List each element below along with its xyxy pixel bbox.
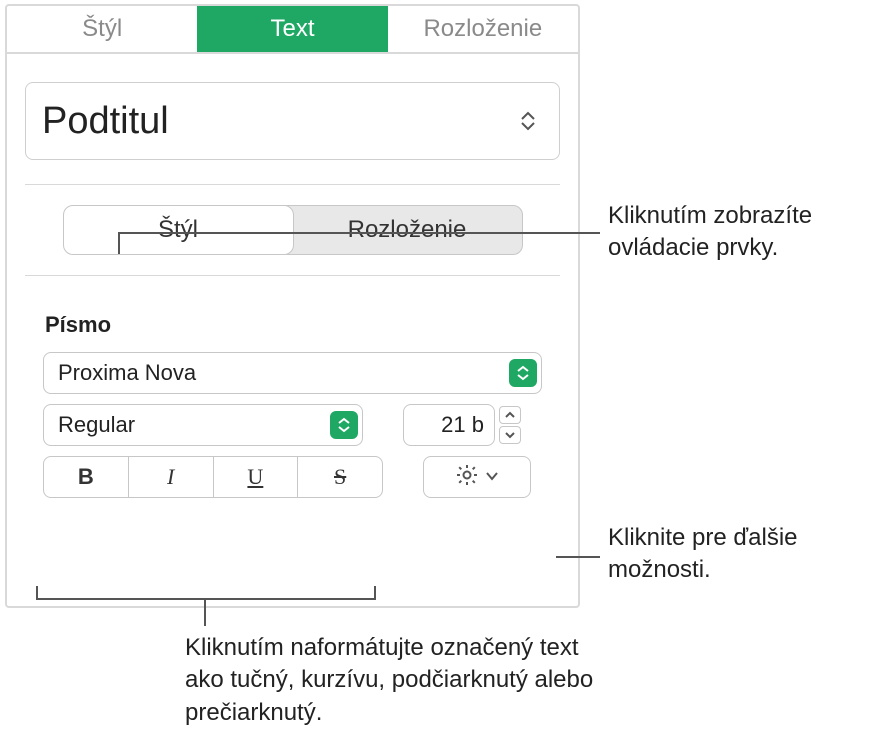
chevron-updown-icon	[519, 111, 537, 131]
strikethrough-button[interactable]: S	[298, 457, 382, 497]
stepper-up[interactable]	[499, 406, 521, 424]
format-panel: Štýl Text Rozloženie Podtitul Štýl Rozlo…	[5, 4, 580, 608]
chevron-down-icon	[485, 468, 499, 486]
callout-leader	[204, 598, 206, 626]
tab-layout[interactable]: Rozloženie	[388, 6, 578, 52]
callout-subtabs: Kliknutím zobrazíte ovládacie prvky.	[608, 200, 858, 265]
popup-arrows-icon	[330, 411, 358, 439]
tab-style-label: Štýl	[82, 15, 122, 43]
callout-leader	[118, 232, 120, 254]
font-size-stepper	[499, 406, 521, 444]
underline-label: U	[247, 464, 263, 490]
sub-tab-layout-label: Rozloženie	[348, 216, 467, 243]
sub-tab-layout[interactable]: Rozloženie	[293, 206, 522, 254]
font-section-label: Písmo	[45, 312, 578, 338]
italic-button[interactable]: I	[129, 457, 214, 497]
tab-text-label: Text	[270, 15, 314, 43]
callout-bracket	[36, 586, 376, 600]
tab-layout-label: Rozloženie	[423, 15, 542, 43]
font-size-group: 21 b	[403, 404, 521, 446]
bold-button[interactable]: B	[44, 457, 129, 497]
popup-arrows-icon	[509, 359, 537, 387]
font-style-value: Regular	[58, 412, 135, 438]
underline-button[interactable]: U	[214, 457, 299, 497]
sub-tabs: Štýl Rozloženie	[63, 205, 523, 255]
gear-icon	[455, 463, 479, 492]
callout-gear: Kliknite pre ďalšie možnosti.	[608, 522, 858, 587]
strike-label: S	[334, 464, 346, 490]
paragraph-style-popup[interactable]: Podtitul	[25, 82, 560, 160]
text-format-group: B I U S	[43, 456, 383, 498]
tab-style[interactable]: Štýl	[7, 6, 197, 52]
tab-text[interactable]: Text	[197, 6, 387, 52]
advanced-options-popup[interactable]	[423, 456, 531, 498]
callout-bius: Kliknutím naformátujte označený text ako…	[185, 632, 615, 729]
divider	[25, 184, 560, 185]
italic-label: I	[167, 464, 174, 490]
bold-label: B	[78, 464, 94, 490]
font-style-popup[interactable]: Regular	[43, 404, 363, 446]
sub-tab-style[interactable]: Štýl	[63, 205, 294, 255]
callout-leader	[556, 556, 600, 558]
divider	[25, 275, 560, 276]
stepper-down[interactable]	[499, 426, 521, 444]
font-family-value: Proxima Nova	[58, 360, 196, 386]
paragraph-style-label: Podtitul	[42, 100, 169, 143]
font-size-field[interactable]: 21 b	[403, 404, 495, 446]
font-family-popup[interactable]: Proxima Nova	[43, 352, 542, 394]
top-tabs: Štýl Text Rozloženie	[7, 6, 578, 54]
sub-tab-style-label: Štýl	[158, 216, 198, 243]
callout-leader	[118, 232, 600, 234]
font-size-value: 21 b	[441, 412, 484, 438]
